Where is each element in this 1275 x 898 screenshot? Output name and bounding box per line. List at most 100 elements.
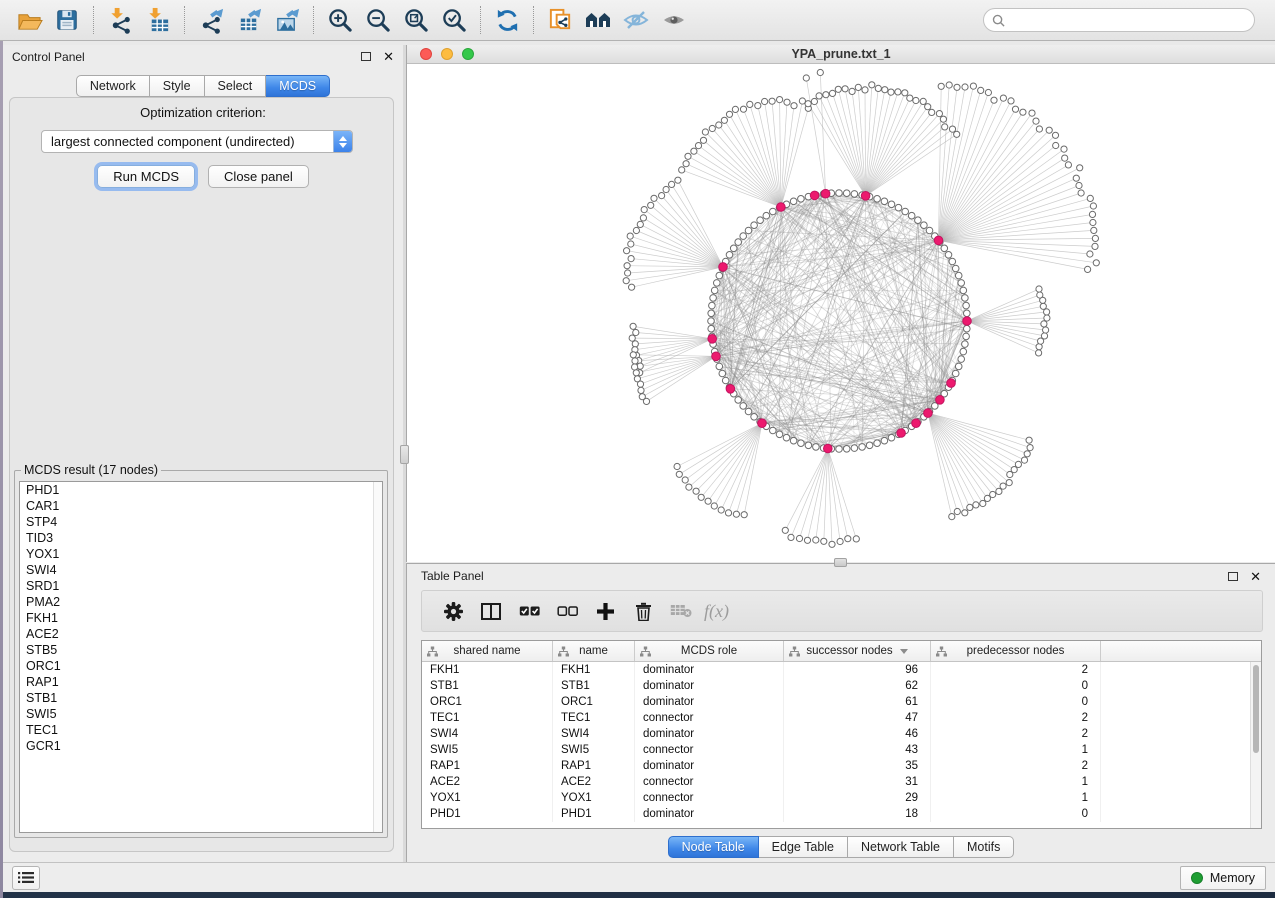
network-canvas[interactable] — [407, 64, 1275, 562]
network-node[interactable] — [1011, 467, 1017, 473]
table-row[interactable]: PHD1PHD1dominator180 — [422, 806, 1261, 822]
network-node[interactable] — [791, 103, 797, 109]
network-node[interactable] — [708, 310, 715, 317]
network-node[interactable] — [902, 208, 909, 215]
network-node[interactable] — [881, 437, 888, 444]
network-node[interactable] — [735, 397, 742, 404]
list-item[interactable]: ORC1 — [20, 658, 382, 674]
network-node[interactable] — [735, 239, 742, 246]
network-node[interactable] — [964, 310, 971, 317]
network-node[interactable] — [623, 278, 629, 284]
network-node[interactable] — [941, 245, 948, 252]
network-node[interactable] — [624, 248, 630, 254]
network-node[interactable] — [651, 195, 657, 201]
network-node[interactable] — [708, 318, 715, 325]
network-node[interactable] — [721, 117, 727, 123]
run-mcds-button[interactable]: Run MCDS — [97, 165, 195, 188]
network-node[interactable] — [862, 87, 868, 93]
network-node[interactable] — [790, 198, 797, 205]
network-graph[interactable] — [407, 64, 1274, 560]
network-node[interactable] — [648, 202, 654, 208]
network-node[interactable] — [1040, 303, 1046, 309]
network-node[interactable] — [1000, 95, 1006, 101]
tab-edge-table[interactable]: Edge Table — [759, 836, 848, 858]
network-node[interactable] — [970, 83, 976, 89]
search-field[interactable] — [983, 8, 1255, 32]
network-node[interactable] — [1021, 457, 1027, 463]
network-node[interactable] — [730, 245, 737, 252]
network-node[interactable] — [1089, 211, 1095, 217]
table-row[interactable]: SWI5SWI5connector431 — [422, 742, 1261, 758]
network-node[interactable] — [733, 511, 739, 517]
vertical-splitter-handle[interactable] — [400, 445, 409, 464]
mcds-result-list[interactable]: PHD1CAR1STP4TID3YOX1SWI4SRD1PMA2FKH1ACE2… — [19, 481, 383, 833]
mcds-hub-node[interactable] — [758, 419, 767, 428]
zoom-selected-button[interactable] — [435, 3, 473, 37]
network-node[interactable] — [641, 207, 647, 213]
network-node[interactable] — [929, 109, 935, 115]
network-node[interactable] — [755, 103, 761, 109]
tab-motifs[interactable]: Motifs — [954, 836, 1014, 858]
network-node[interactable] — [958, 280, 965, 287]
network-node[interactable] — [676, 471, 682, 477]
network-node[interactable] — [711, 503, 717, 509]
list-item[interactable]: PHD1 — [20, 482, 382, 498]
network-node[interactable] — [895, 89, 901, 95]
network-node[interactable] — [732, 106, 738, 112]
network-node[interactable] — [811, 98, 817, 104]
network-node[interactable] — [835, 86, 841, 92]
list-item[interactable]: RAP1 — [20, 674, 382, 690]
list-item[interactable]: YOX1 — [20, 546, 382, 562]
network-node[interactable] — [804, 537, 810, 543]
network-node[interactable] — [1062, 155, 1068, 161]
network-node[interactable] — [1041, 333, 1047, 339]
network-node[interactable] — [740, 233, 747, 240]
network-node[interactable] — [874, 440, 881, 447]
network-node[interactable] — [698, 494, 704, 500]
network-node[interactable] — [1012, 106, 1018, 112]
node-table[interactable]: shared namenameMCDS rolesuccessor nodesp… — [421, 640, 1262, 829]
export-table-button[interactable] — [230, 3, 268, 37]
network-node[interactable] — [851, 445, 858, 452]
show-column-button[interactable] — [472, 594, 510, 628]
network-node[interactable] — [963, 333, 970, 340]
network-node[interactable] — [940, 116, 946, 122]
network-node[interactable] — [710, 295, 717, 302]
network-titlebar[interactable]: YPA_prune.txt_1 — [407, 45, 1275, 64]
mcds-hub-node[interactable] — [897, 429, 906, 438]
network-node[interactable] — [1092, 243, 1098, 249]
network-node[interactable] — [708, 325, 715, 332]
network-node[interactable] — [1046, 127, 1052, 133]
table-row[interactable]: YOX1YOX1connector291 — [422, 790, 1261, 806]
network-node[interactable] — [915, 217, 922, 224]
criterion-dropdown[interactable]: largest connected component (undirected) — [41, 130, 353, 153]
network-node[interactable] — [978, 87, 984, 93]
table-scrollbar-thumb[interactable] — [1253, 665, 1259, 753]
network-node[interactable] — [1000, 483, 1006, 489]
network-node[interactable] — [1087, 251, 1093, 257]
network-node[interactable] — [762, 98, 768, 104]
mcds-hub-node[interactable] — [934, 236, 943, 245]
network-node[interactable] — [1052, 132, 1058, 138]
network-node[interactable] — [874, 196, 881, 203]
network-node[interactable] — [938, 83, 944, 89]
network-node[interactable] — [954, 508, 960, 514]
network-node[interactable] — [829, 90, 835, 96]
export-network-button[interactable] — [192, 3, 230, 37]
network-node[interactable] — [908, 212, 915, 219]
network-node[interactable] — [632, 341, 638, 347]
network-node[interactable] — [921, 222, 928, 229]
network-node[interactable] — [843, 190, 850, 197]
network-node[interactable] — [659, 193, 665, 199]
tab-style[interactable]: Style — [150, 75, 205, 97]
network-node[interactable] — [686, 484, 692, 490]
network-node[interactable] — [685, 153, 691, 159]
list-item[interactable]: CAR1 — [20, 498, 382, 514]
network-node[interactable] — [837, 538, 843, 544]
network-node[interactable] — [955, 363, 962, 370]
list-item[interactable]: GCR1 — [20, 738, 382, 754]
network-node[interactable] — [960, 287, 967, 294]
network-node[interactable] — [1091, 227, 1097, 233]
network-node[interactable] — [640, 215, 646, 221]
network-node[interactable] — [628, 256, 634, 262]
